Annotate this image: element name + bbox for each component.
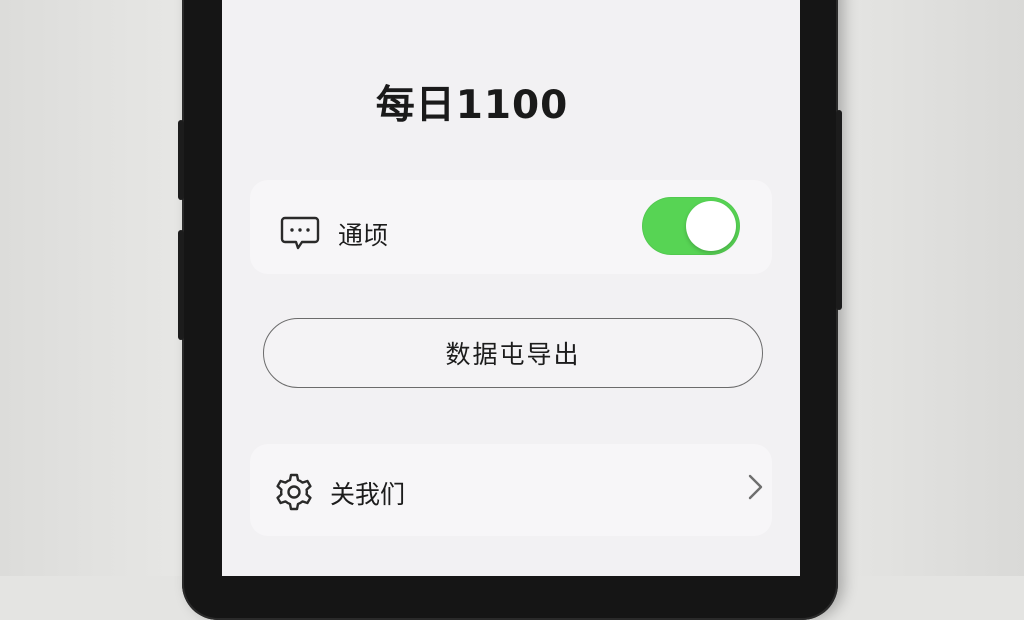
export-data-button[interactable]: 数据屯导出 [263, 318, 763, 388]
toggle-knob [686, 201, 736, 251]
chevron-right-icon [748, 474, 763, 500]
notification-toggle[interactable] [642, 197, 740, 255]
gear-icon [276, 473, 312, 511]
phone-side-button-right [836, 110, 842, 310]
phone-side-button-left [178, 120, 184, 200]
about-us-row[interactable] [250, 444, 772, 536]
about-us-label: 关我们 [330, 480, 406, 509]
chat-bubble-icon [280, 216, 320, 250]
page-title: 每日1100 [375, 83, 569, 128]
phone-side-button-left-lower [178, 230, 184, 340]
notification-label: 通顷 [338, 221, 389, 250]
app-screen: 每日1100 通顷 数据屯导出 关我们 [222, 0, 800, 576]
